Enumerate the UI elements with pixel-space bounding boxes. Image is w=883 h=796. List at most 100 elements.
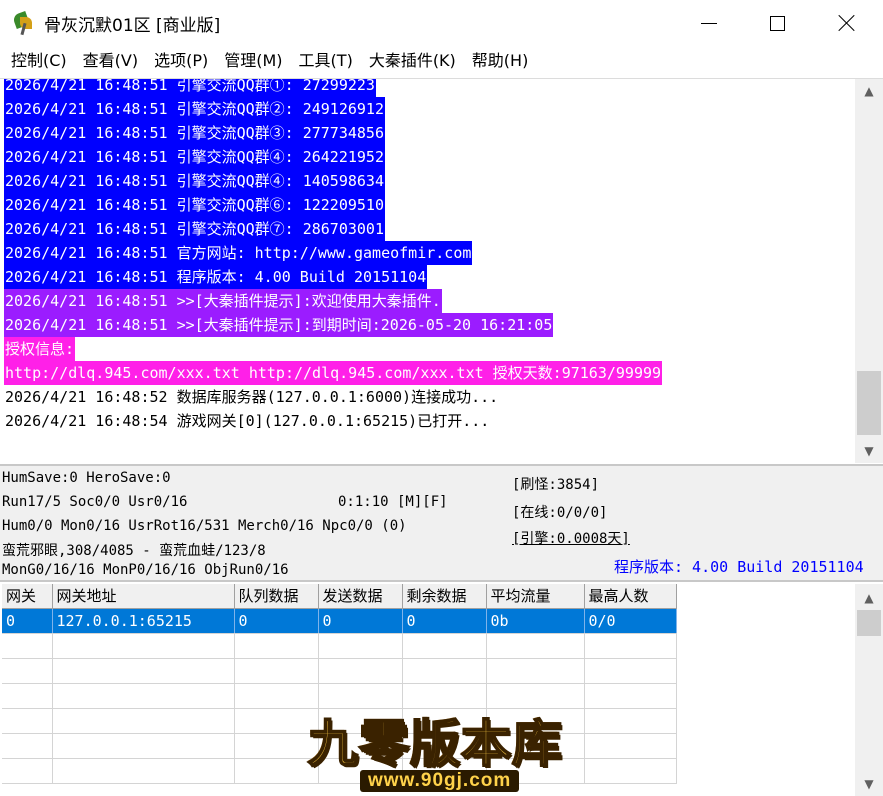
log-scrollbar[interactable]: ▲ ▼: [855, 79, 883, 463]
col-gateway-address[interactable]: 网关地址: [52, 584, 235, 609]
menu-help[interactable]: 帮助(H): [464, 46, 537, 76]
grid-scroll-up-icon[interactable]: ▲: [855, 588, 883, 608]
log-line-text: 2026/4/21 16:48:54 游戏网关[0](127.0.0.1:652…: [5, 412, 490, 430]
log-line: 2026/4/21 16:48:51 引擎交流QQ群⑦: 286703001: [4, 217, 852, 241]
col-remaining-data[interactable]: 剩余数据: [402, 584, 487, 609]
log-line-text: 2026/4/21 16:48:51 引擎交流QQ群④: 264221952: [4, 145, 385, 169]
log-line: 2026/4/21 16:48:51 引擎交流QQ群④: 264221952: [4, 145, 852, 169]
table-cell: [52, 733, 235, 759]
scroll-up-icon[interactable]: ▲: [855, 81, 883, 101]
app-icon[interactable]: [12, 11, 36, 36]
log-line-text: 2026/4/21 16:48:51 引擎交流QQ群②: 249126912: [4, 97, 385, 121]
menu-control[interactable]: 控制(C): [3, 46, 75, 76]
table-cell: [402, 658, 487, 684]
col-max-users[interactable]: 最高人数: [584, 584, 677, 609]
table-cell: [2, 733, 53, 759]
log-line-text: 2026/4/21 16:48:51 >>[大秦插件提示]:欢迎使用大秦插件.: [4, 289, 442, 313]
log-line: 2026/4/21 16:48:51 官方网站: http://www.game…: [4, 241, 852, 265]
log-line-text: 2026/4/21 16:48:51 引擎交流QQ群③: 277734856: [4, 121, 385, 145]
log-line: 2026/4/21 16:48:51 引擎交流QQ群③: 277734856: [4, 121, 852, 145]
table-cell: [584, 708, 677, 734]
table-cell: 0: [402, 608, 487, 634]
table-cell: [52, 633, 235, 659]
table-cell: [584, 733, 677, 759]
log-line: 2026/4/21 16:48:51 >>[大秦插件提示]:到期时间:2026-…: [4, 313, 852, 337]
log-pane[interactable]: 2026/4/21 16:48:51 引擎交流QQ群①: 27299223 202…: [0, 78, 883, 464]
log-line: 2026/4/21 16:48:52 数据库服务器(127.0.0.1:6000…: [4, 385, 852, 409]
log-line-text: 2026/4/21 16:48:51 引擎交流QQ群①: 27299223: [4, 79, 376, 97]
table-cell: 0b: [486, 608, 585, 634]
status-version: 程序版本: 4.00 Build 20151104: [614, 558, 864, 576]
col-queue-data[interactable]: 队列数据: [234, 584, 319, 609]
col-send-data[interactable]: 发送数据: [318, 584, 403, 609]
table-cell: [584, 683, 677, 709]
log-line: 2026/4/21 16:48:51 引擎交流QQ群①: 27299223: [4, 79, 852, 97]
minimize-icon: [701, 22, 717, 24]
table-cell: [52, 683, 235, 709]
table-cell: [402, 633, 487, 659]
log-line: 2026/4/21 16:48:51 程序版本: 4.00 Build 2015…: [4, 265, 852, 289]
table-cell: [584, 658, 677, 684]
table-row[interactable]: 0 127.0.0.1:65215 0 0 0 0b 0/0: [2, 608, 677, 634]
log-line: 2026/4/21 16:48:54 游戏网关[0](127.0.0.1:652…: [4, 409, 852, 433]
table-cell: [318, 658, 403, 684]
maximize-button[interactable]: [742, 0, 812, 46]
table-cell: [584, 758, 677, 784]
status-counts: Hum0/0 Mon0/16 UsrRot16/531 Merch0/16 Np…: [2, 518, 407, 534]
table-cell: [52, 708, 235, 734]
table-cell: 0: [234, 608, 319, 634]
log-line: 2026/4/21 16:48:51 >>[大秦插件提示]:欢迎使用大秦插件.: [4, 289, 852, 313]
status-engine[interactable]: [引擎:0.0008天]: [512, 528, 630, 548]
menu-view[interactable]: 查看(V): [75, 46, 146, 76]
grid-scroll-thumb[interactable]: [857, 610, 881, 636]
watermark-url: www.90gj.com: [360, 770, 520, 792]
menu-bar: 控制(C) 查看(V) 选项(P) 管理(M) 工具(T) 大秦插件(K) 帮助…: [0, 46, 883, 76]
menu-options[interactable]: 选项(P): [146, 46, 216, 76]
window-title: 骨灰沉默01区 [商业版]: [44, 15, 221, 36]
log-lines: 2026/4/21 16:48:51 引擎交流QQ群①: 27299223 202…: [4, 79, 852, 433]
table-row-empty[interactable]: [2, 658, 677, 684]
log-line-text: 2026/4/21 16:48:51 引擎交流QQ群⑥: 122209510: [4, 193, 385, 217]
log-line-text: 2026/4/21 16:48:51 程序版本: 4.00 Build 2015…: [4, 265, 428, 289]
log-line: http://dlq.945.com/xxx.txt http://dlq.94…: [4, 361, 852, 385]
col-avg-traffic[interactable]: 平均流量: [486, 584, 585, 609]
grid-scroll-down-icon[interactable]: ▼: [855, 774, 883, 794]
minimize-button[interactable]: [674, 0, 744, 46]
grid-scrollbar[interactable]: ▲ ▼: [855, 584, 883, 796]
scroll-down-icon[interactable]: ▼: [855, 441, 883, 461]
watermark-logo: 九零版本库 www.90gj.com: [300, 700, 590, 796]
status-online: [在线:0/0/0]: [512, 505, 608, 521]
log-line-text: http://dlq.945.com/xxx.txt http://dlq.94…: [4, 361, 663, 385]
menu-tools[interactable]: 工具(T): [291, 46, 361, 76]
log-line: 2026/4/21 16:48:51 引擎交流QQ群⑥: 122209510: [4, 193, 852, 217]
watermark-logo-text: 九零版本库: [307, 713, 563, 774]
scroll-thumb[interactable]: [857, 371, 881, 435]
status-save: HumSave:0 HeroSave:0: [2, 470, 171, 486]
log-line-text: 2026/4/21 16:48:51 引擎交流QQ群④: 140598634: [4, 169, 385, 193]
table-cell: [2, 658, 53, 684]
log-line-text: 2026/4/21 16:48:52 数据库服务器(127.0.0.1:6000…: [5, 388, 499, 406]
table-cell: 127.0.0.1:65215: [52, 608, 235, 634]
log-line-text: 2026/4/21 16:48:51 引擎交流QQ群⑦: 286703001: [4, 217, 385, 241]
table-row-empty[interactable]: [2, 633, 677, 659]
status-monsters: 蛮荒邪眼,308/4085 - 蛮荒血蛙/123/8: [2, 543, 266, 559]
log-line-text: 2026/4/21 16:48:51 官方网站: http://www.game…: [4, 241, 473, 265]
table-cell: [486, 633, 585, 659]
title-bar: 骨灰沉默01区 [商业版]: [0, 0, 883, 46]
close-icon: [838, 14, 856, 32]
table-cell: [486, 658, 585, 684]
table-cell: [584, 633, 677, 659]
status-timer: 0:1:10 [M][F]: [338, 494, 448, 510]
table-cell: [52, 758, 235, 784]
log-line: 授权信息:: [4, 337, 852, 361]
menu-manage[interactable]: 管理(M): [216, 46, 290, 76]
table-cell: [318, 633, 403, 659]
close-button[interactable]: [812, 0, 882, 46]
table-cell: 0: [318, 608, 403, 634]
table-cell: [2, 708, 53, 734]
status-refresh: [刷怪:3854]: [512, 477, 600, 493]
col-gateway[interactable]: 网关: [2, 584, 53, 609]
table-cell: [52, 658, 235, 684]
table-cell: [234, 633, 319, 659]
menu-daqin-plugin[interactable]: 大秦插件(K): [361, 46, 464, 76]
